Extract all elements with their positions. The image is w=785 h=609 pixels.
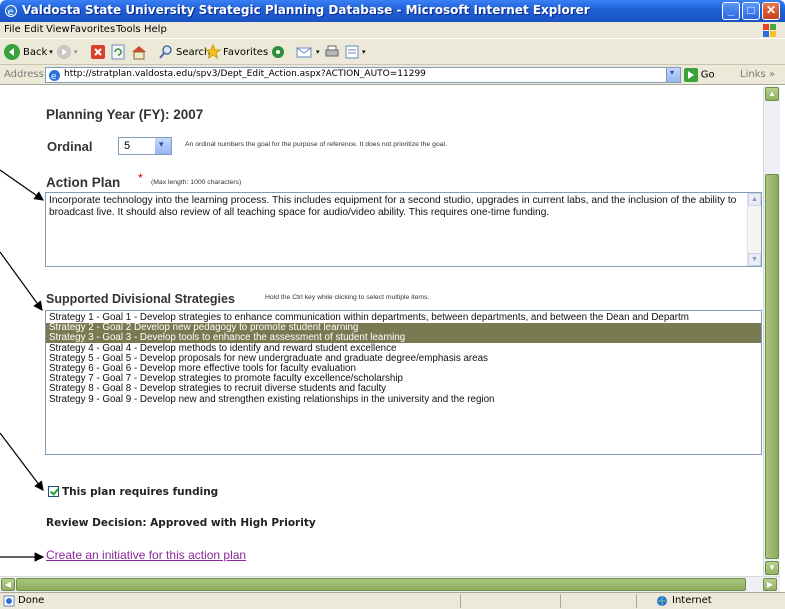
minimize-button[interactable]: _ [722, 2, 740, 20]
address-label: Address [4, 69, 44, 80]
address-bar: Address e http://stratplan.valdosta.edu/… [0, 65, 785, 85]
strategies-listbox[interactable]: Strategy 1 - Goal 1 - Develop strategies… [45, 310, 762, 455]
action-plan-text: Incorporate technology into the learning… [49, 195, 737, 218]
funding-label: This plan requires funding [62, 486, 219, 498]
strategy-option[interactable]: Strategy 3 - Goal 3 - Develop tools to e… [46, 333, 761, 344]
menu-view[interactable]: View [46, 24, 70, 35]
status-divider [460, 594, 461, 608]
edit-page-icon [345, 45, 359, 59]
scroll-up-icon[interactable]: ▲ [748, 193, 761, 206]
refresh-button[interactable] [110, 42, 126, 62]
favorites-label: Favorites [223, 46, 269, 58]
scroll-down-icon[interactable]: ▼ [748, 253, 761, 266]
max-length-note: (Max length: 1000 characters) [151, 179, 242, 186]
strategies-help-text: Hold the Ctrl key while clicking to sele… [265, 294, 430, 301]
refresh-icon [111, 44, 125, 60]
search-button[interactable]: Search [158, 42, 210, 62]
toolbar: Back ▾ ▾ Search Favorites ▾ ▾ [0, 39, 785, 65]
chevron-down-icon: ▾ [74, 48, 78, 56]
chevron-down-icon: ▾ [362, 48, 366, 56]
ie-icon: e [5, 5, 17, 18]
links-label: Links [740, 69, 766, 80]
home-button[interactable] [130, 42, 148, 62]
favorites-button[interactable]: Favorites [205, 42, 268, 62]
print-button[interactable] [324, 42, 340, 62]
page-icon: e [49, 70, 60, 82]
star-icon [205, 44, 221, 60]
maximize-button[interactable]: □ [742, 2, 760, 20]
mail-button[interactable]: ▾ [296, 42, 320, 62]
menu-file[interactable]: File [4, 24, 21, 35]
scroll-right-icon[interactable]: ▶ [763, 578, 777, 591]
status-divider [636, 594, 637, 608]
ordinal-value: 5 [124, 140, 131, 152]
stop-button[interactable] [90, 42, 106, 62]
forward-button[interactable]: ▾ [56, 42, 78, 62]
svg-text:e: e [51, 72, 57, 82]
page-content: Planning Year (FY): 2007 Ordinal 5 ▾ An … [0, 86, 763, 576]
mail-icon [296, 47, 312, 58]
status-text: Done [18, 595, 45, 606]
go-arrow-icon [684, 68, 698, 82]
funding-checkbox[interactable] [48, 486, 59, 497]
windows-logo-icon [763, 24, 776, 37]
close-button[interactable]: ✕ [762, 2, 780, 20]
chevron-down-icon: ▾ [316, 48, 320, 56]
vertical-scrollbar[interactable]: ▲ ▼ [763, 86, 780, 576]
ordinal-help-text: An ordinal numbers the goal for the purp… [185, 141, 447, 148]
address-dropdown-button[interactable]: ▾ [666, 68, 680, 82]
strategy-option[interactable]: Strategy 8 - Goal 8 - Develop strategies… [46, 384, 761, 394]
media-button[interactable] [270, 42, 286, 62]
ordinal-label: Ordinal [47, 139, 93, 154]
search-icon [159, 45, 172, 59]
menu-edit[interactable]: Edit [24, 24, 43, 35]
back-arrow-icon [4, 44, 20, 60]
chevron-down-icon: ▾ [159, 139, 164, 149]
back-label: Back [23, 46, 48, 58]
strategies-label: Supported Divisional Strategies [46, 292, 235, 306]
status-divider [560, 594, 561, 608]
menu-bar: File Edit View Favorites Tools Help [0, 22, 785, 39]
stop-icon [91, 45, 105, 59]
home-icon [132, 46, 146, 60]
zone-text: Internet [672, 595, 712, 606]
links-button[interactable]: Links » [740, 69, 775, 80]
review-decision: Review Decision: Approved with High Prio… [46, 517, 316, 529]
action-plan-label: Action Plan [46, 175, 121, 190]
strategy-option[interactable]: Strategy 9 - Goal 9 - Develop new and st… [46, 394, 761, 405]
back-button[interactable]: Back ▾ [3, 42, 53, 62]
scroll-left-icon[interactable]: ◀ [1, 578, 15, 591]
globe-icon [657, 596, 667, 606]
menu-favorites[interactable]: Favorites [70, 24, 115, 35]
printer-icon [325, 45, 339, 57]
create-initiative-link[interactable]: Create an initiative for this action pla… [46, 548, 246, 562]
menu-tools[interactable]: Tools [116, 24, 141, 35]
action-plan-textarea[interactable]: Incorporate technology into the learning… [45, 192, 762, 267]
ordinal-select[interactable]: 5 ▾ [118, 137, 172, 155]
window-title: Valdosta State University Strategic Plan… [22, 3, 590, 17]
scroll-up-icon[interactable]: ▲ [765, 87, 779, 101]
forward-arrow-icon [56, 44, 72, 60]
address-input[interactable]: e http://stratplan.valdosta.edu/spv3/Dep… [45, 67, 681, 83]
chevron-down-icon: ▾ [49, 48, 53, 56]
planning-year-heading: Planning Year (FY): 2007 [46, 107, 204, 122]
go-label: Go [700, 69, 715, 81]
address-url: http://stratplan.valdosta.edu/spv3/Dept_… [64, 69, 426, 79]
ordinal-dropdown-button[interactable]: ▾ [155, 138, 171, 154]
media-icon [272, 46, 284, 58]
chevron-down-icon: ▾ [670, 68, 675, 77]
required-marker: * [138, 171, 143, 185]
edit-button[interactable]: ▾ [344, 42, 366, 62]
status-bar: Done Internet [0, 592, 785, 609]
title-bar[interactable]: e Valdosta State University Strategic Pl… [0, 0, 785, 22]
svg-text:e: e [8, 7, 14, 18]
page-done-icon [3, 595, 15, 607]
scroll-thumb[interactable] [765, 174, 779, 559]
textarea-scrollbar[interactable]: ▲ ▼ [747, 193, 761, 266]
go-button[interactable]: Go [684, 68, 715, 82]
scroll-down-icon[interactable]: ▼ [765, 561, 779, 575]
horizontal-scrollbar[interactable]: ◀ ▶ [0, 576, 780, 592]
scroll-thumb-horizontal[interactable] [16, 578, 746, 591]
menu-help[interactable]: Help [144, 24, 167, 35]
